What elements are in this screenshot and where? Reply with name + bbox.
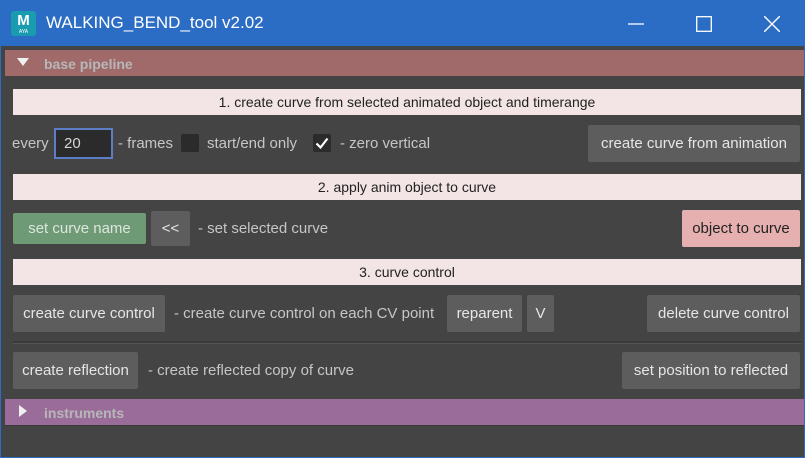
frame-step-input[interactable]: 20 bbox=[54, 128, 113, 159]
set-curve-name-button[interactable]: set curve name bbox=[13, 213, 146, 244]
frames-label: - frames bbox=[118, 135, 174, 152]
title-bar[interactable]: M AYA WALKING_BEND_tool v2.02 bbox=[1, 1, 804, 46]
delete-curve-control-button[interactable]: delete curve control bbox=[647, 295, 800, 332]
minimize-icon bbox=[628, 23, 644, 25]
triangle-down-icon bbox=[17, 58, 29, 66]
section-label-instruments: instruments bbox=[44, 405, 125, 421]
divider-highlight bbox=[13, 343, 801, 344]
set-position-to-reflected-button[interactable]: set position to reflected bbox=[622, 352, 800, 389]
maya-app-icon: M AYA bbox=[11, 11, 36, 36]
minimize-button[interactable] bbox=[613, 1, 659, 46]
create-reflection-button[interactable]: create reflection bbox=[13, 352, 138, 389]
step3-banner: 3. curve control bbox=[13, 259, 801, 285]
zero-vertical-checkbox[interactable] bbox=[313, 134, 331, 152]
checkmark-icon bbox=[315, 137, 329, 150]
close-icon bbox=[764, 16, 780, 32]
window-title: WALKING_BEND_tool v2.02 bbox=[46, 13, 264, 32]
section-label-base-pipeline: base pipeline bbox=[44, 56, 133, 72]
bottom-divider bbox=[5, 425, 804, 426]
selected-curve-label: - set selected curve bbox=[198, 220, 329, 237]
start-end-only-label: start/end only bbox=[207, 135, 298, 152]
zero-vertical-label: - zero vertical bbox=[340, 135, 431, 152]
every-label: every bbox=[12, 135, 49, 152]
reflection-desc: - create reflected copy of curve bbox=[148, 362, 354, 379]
section-header-base-pipeline[interactable]: base pipeline bbox=[5, 50, 804, 76]
curve-control-desc: - create curve control on each CV point bbox=[174, 305, 435, 322]
object-to-curve-button[interactable]: object to curve bbox=[682, 210, 800, 247]
maximize-icon bbox=[696, 16, 712, 32]
set-selected-curve-button[interactable]: << bbox=[151, 211, 190, 246]
create-curve-control-button[interactable]: create curve control bbox=[13, 295, 165, 332]
step2-banner: 2. apply anim object to curve bbox=[13, 174, 801, 200]
app-icon-sub: AYA bbox=[18, 29, 29, 35]
close-button[interactable] bbox=[749, 1, 795, 46]
v-button[interactable]: V bbox=[527, 295, 554, 332]
section-header-instruments[interactable]: instruments bbox=[5, 399, 804, 425]
step1-banner: 1. create curve from selected animated o… bbox=[13, 89, 801, 115]
app-icon-letter: M bbox=[17, 12, 30, 29]
triangle-right-icon bbox=[19, 405, 27, 417]
create-curve-from-animation-button[interactable]: create curve from animation bbox=[588, 125, 800, 162]
reparent-button[interactable]: reparent bbox=[447, 295, 522, 332]
start-end-only-checkbox[interactable] bbox=[181, 134, 199, 152]
maximize-button[interactable] bbox=[681, 1, 727, 46]
tool-window: M AYA WALKING_BEND_tool v2.02 base pipel… bbox=[0, 0, 805, 458]
